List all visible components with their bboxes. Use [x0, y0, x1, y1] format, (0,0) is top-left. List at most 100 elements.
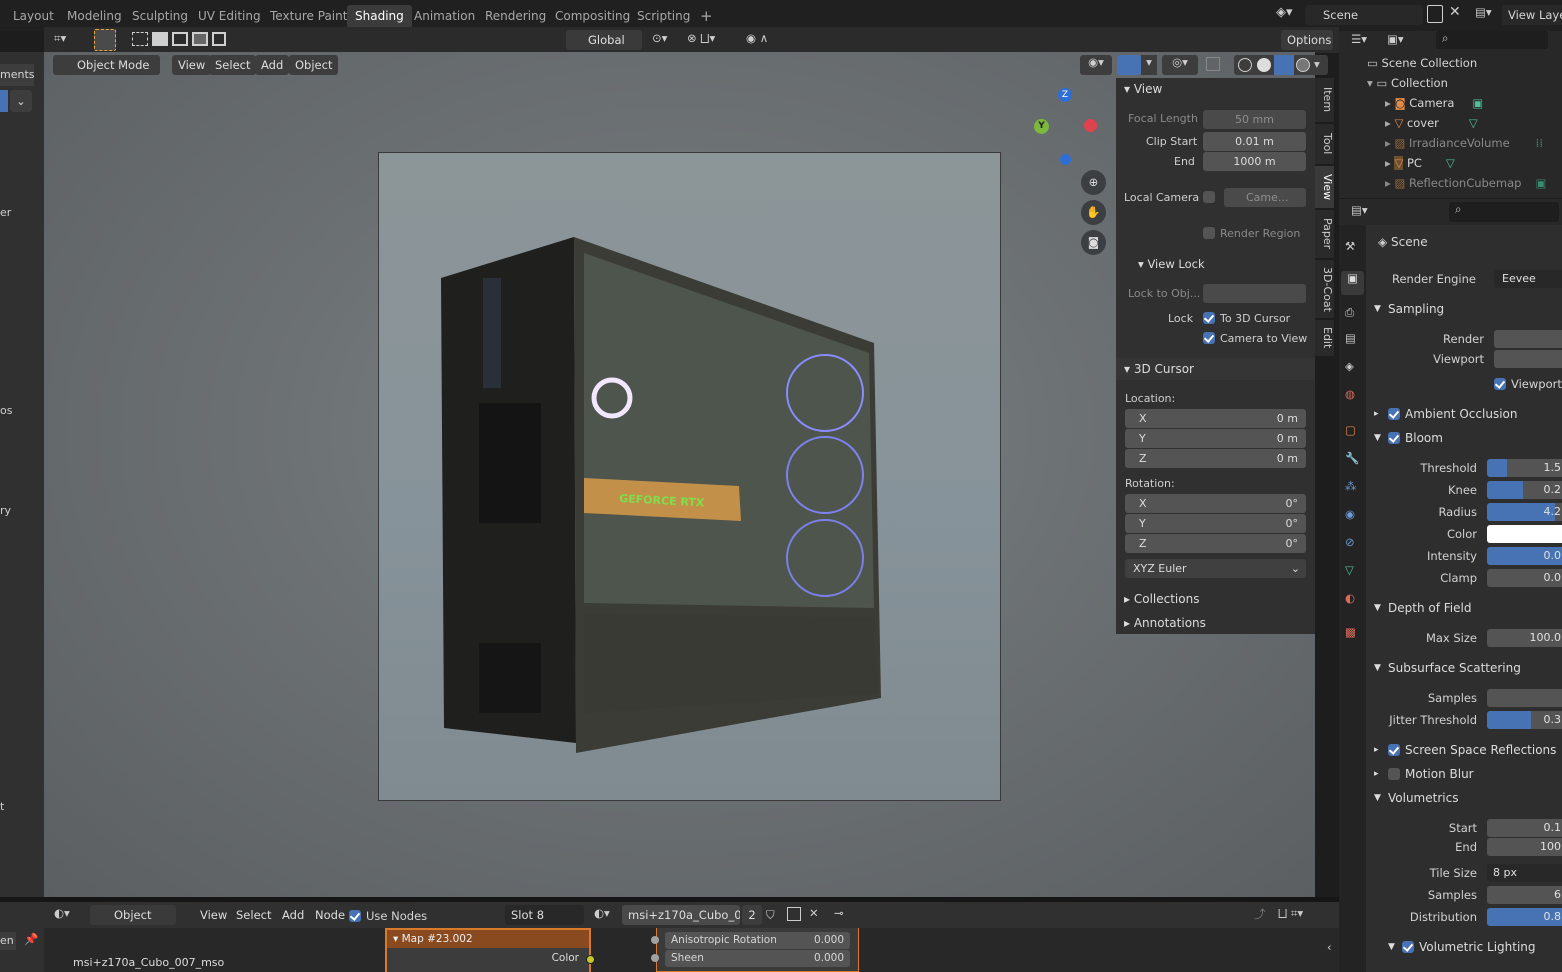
snap-icon[interactable]: ⨆ ⌗▾ — [1278, 906, 1303, 921]
editor-type-icon[interactable]: ⌗▾ — [54, 31, 66, 46]
outliner-row-reflection-cubemap[interactable]: ▸ ▨ ReflectionCubemap ▣ — [1385, 173, 1546, 193]
properties-editor-icon[interactable]: ▤▾ — [1351, 203, 1368, 217]
bloom-threshold-slider[interactable]: 1.5 — [1487, 459, 1562, 477]
render-samples-field[interactable] — [1494, 330, 1562, 348]
outliner-row-collection[interactable]: ▾ ▭ Collection — [1367, 73, 1448, 93]
rotation-mode-dropdown[interactable]: XYZ Euler ⌄ — [1125, 559, 1306, 578]
view-lock-header[interactable]: ▾ View Lock — [1138, 257, 1205, 271]
visibility-icon[interactable]: ◉▾ — [1080, 55, 1112, 75]
gizmo-neg-z-axis[interactable] — [1060, 154, 1071, 165]
physics-tab-icon[interactable]: ◉ — [1345, 507, 1355, 521]
snap-icon[interactable]: ⊗ ⨆▾ — [687, 31, 715, 46]
bloom-radius-slider[interactable]: 4.2 — [1487, 503, 1562, 521]
tab-compositing[interactable]: Compositing — [547, 5, 638, 27]
viewport-denoise-checkbox[interactable]: Viewport D — [1494, 377, 1562, 391]
tab-scripting[interactable]: Scripting — [629, 5, 698, 27]
node-left-field[interactable]: en — [0, 932, 16, 950]
outliner-row-scene-collection[interactable]: ▭ Scene Collection — [1367, 53, 1477, 73]
node-header[interactable]: ▾ Map #23.002 — [387, 930, 589, 948]
pan-hand-icon[interactable]: ✋ — [1081, 200, 1106, 225]
ssr-header[interactable]: ▸ Screen Space Reflections — [1366, 739, 1562, 761]
tab-rendering[interactable]: Rendering — [477, 5, 554, 27]
node-view-menu[interactable]: View — [194, 905, 233, 925]
vol-samples-field[interactable]: 6 — [1487, 886, 1562, 904]
proportional-edit-icon[interactable]: ◉ ∧ — [746, 31, 768, 45]
slot-dropdown[interactable]: Slot 8 — [505, 905, 584, 925]
bloom-intensity-slider[interactable]: 0.0 — [1487, 547, 1562, 565]
render-tab-icon[interactable]: ▣ — [1341, 271, 1364, 295]
bloom-knee-slider[interactable]: 0.2 — [1487, 481, 1562, 499]
to-3d-cursor-checkbox[interactable]: To 3D Cursor — [1203, 312, 1290, 325]
select-tool-icon[interactable] — [94, 29, 116, 51]
bloom-clamp-field[interactable]: 0.0 — [1487, 569, 1562, 587]
camera-view-icon[interactable]: ◙ — [1081, 230, 1106, 255]
material-users-count[interactable]: 2 — [742, 905, 762, 925]
data-tab-icon[interactable]: ▽ — [1345, 563, 1354, 577]
gizmo-toggle-icon[interactable] — [1117, 55, 1141, 75]
render-engine-dropdown[interactable]: Eevee — [1494, 270, 1562, 288]
tab-animation[interactable]: Animation — [406, 5, 483, 27]
local-camera-checkbox[interactable] — [1203, 191, 1215, 203]
sampling-panel-header[interactable]: ▼ Sampling — [1366, 298, 1562, 320]
motion-blur-header[interactable]: ▸ Motion Blur — [1366, 763, 1562, 785]
pin-icon[interactable]: 📌 — [24, 932, 38, 946]
tab-sculpting[interactable]: Sculpting — [124, 5, 196, 27]
display-mode-icon[interactable]: ▣▾ — [1387, 32, 1404, 46]
scene-selector[interactable]: Scene — [1305, 5, 1423, 25]
left-active-tool[interactable] — [0, 90, 8, 112]
zoom-icon[interactable]: ⊕ — [1081, 170, 1106, 195]
cursor-rotation-x[interactable]: X 0° — [1125, 494, 1306, 513]
gizmo-x-axis[interactable] — [1084, 119, 1097, 132]
node-editor-type-icon[interactable]: ◐▾ — [54, 906, 70, 920]
dof-max-size-field[interactable]: 100.0 — [1487, 629, 1562, 647]
add-workspace-icon[interactable]: + — [692, 5, 721, 27]
gizmo-y-axis[interactable]: Y — [1034, 119, 1049, 134]
cursor-location-y[interactable]: Y0 m — [1125, 429, 1306, 448]
color-output-socket[interactable] — [586, 955, 595, 964]
sss-samples-field[interactable] — [1487, 689, 1562, 707]
render-region-checkbox[interactable]: Render Region — [1203, 227, 1300, 240]
principled-bsdf-node[interactable]: Anisotropic Rotation 0.000 Sheen 0.000 — [651, 928, 859, 972]
3d-cursor-header[interactable]: ▾ 3D Cursor — [1124, 362, 1194, 376]
material-name-field[interactable]: msi+z170a_Cubo_0... — [622, 905, 740, 925]
chevron-down-icon[interactable]: ⌄ — [10, 90, 32, 112]
vol-start-field[interactable]: 0.1 — [1487, 819, 1562, 837]
tab-layout[interactable]: Layout — [5, 5, 62, 27]
tab-uv-editing[interactable]: UV Editing — [190, 5, 269, 27]
gizmo-z-axis[interactable]: Z — [1058, 88, 1072, 102]
solid-shading-icon[interactable] — [1257, 58, 1271, 72]
delete-scene-icon[interactable]: ✕ — [1449, 4, 1461, 20]
bloom-color-swatch[interactable] — [1487, 525, 1562, 543]
viewport-samples-field[interactable] — [1494, 350, 1562, 368]
fake-user-shield-icon[interactable]: ⛉ — [766, 908, 775, 923]
clip-end-field[interactable]: 1000 m — [1203, 152, 1306, 171]
scene-tab-icon[interactable]: ◈ — [1345, 359, 1354, 373]
constraints-tab-icon[interactable]: ⊘ — [1345, 535, 1355, 549]
material-tab-icon[interactable]: ◐ — [1345, 591, 1355, 605]
transform-orientation-dropdown[interactable]: Global — [566, 30, 642, 50]
image-texture-node[interactable]: ▾ Map #23.002 Color — [385, 928, 595, 972]
view-layer-tab-icon[interactable]: ▤ — [1345, 331, 1356, 345]
tab-paper[interactable]: Paper — [1315, 210, 1334, 258]
select-subtract-icon[interactable] — [172, 32, 188, 46]
duplicate-material-icon[interactable] — [787, 907, 801, 921]
options-dropdown[interactable]: Options — [1281, 30, 1333, 50]
select-box-mode-icon[interactable] — [132, 32, 148, 46]
view-layer-icon[interactable]: ▤▾ — [1475, 5, 1500, 25]
lock-to-object-field[interactable] — [1203, 284, 1306, 303]
search-icon[interactable]: ⌕ — [1436, 31, 1548, 49]
bloom-header[interactable]: ▼ Bloom — [1366, 427, 1562, 449]
cursor-rotation-y[interactable]: Y 0° — [1125, 514, 1306, 533]
chevron-left-icon[interactable]: ‹ — [1327, 940, 1332, 954]
cursor-rotation-z[interactable]: Z 0° — [1125, 534, 1306, 553]
input-socket[interactable] — [651, 954, 659, 962]
tab-edit[interactable]: Edit — [1315, 320, 1334, 356]
cursor-location-z[interactable]: Z0 m — [1125, 449, 1306, 468]
tab-texture-paint[interactable]: Texture Paint — [262, 5, 355, 27]
select-menu[interactable]: Select — [209, 55, 257, 75]
select-invert-icon[interactable] — [212, 32, 226, 46]
chevron-down-icon[interactable]: ▾ — [1314, 57, 1320, 71]
select-intersect-icon[interactable] — [192, 32, 208, 46]
pivot-point-icon[interactable]: ⊙▾ — [652, 31, 667, 45]
outliner-row-camera[interactable]: ▸ ◙ Camera ▣ — [1385, 93, 1483, 113]
